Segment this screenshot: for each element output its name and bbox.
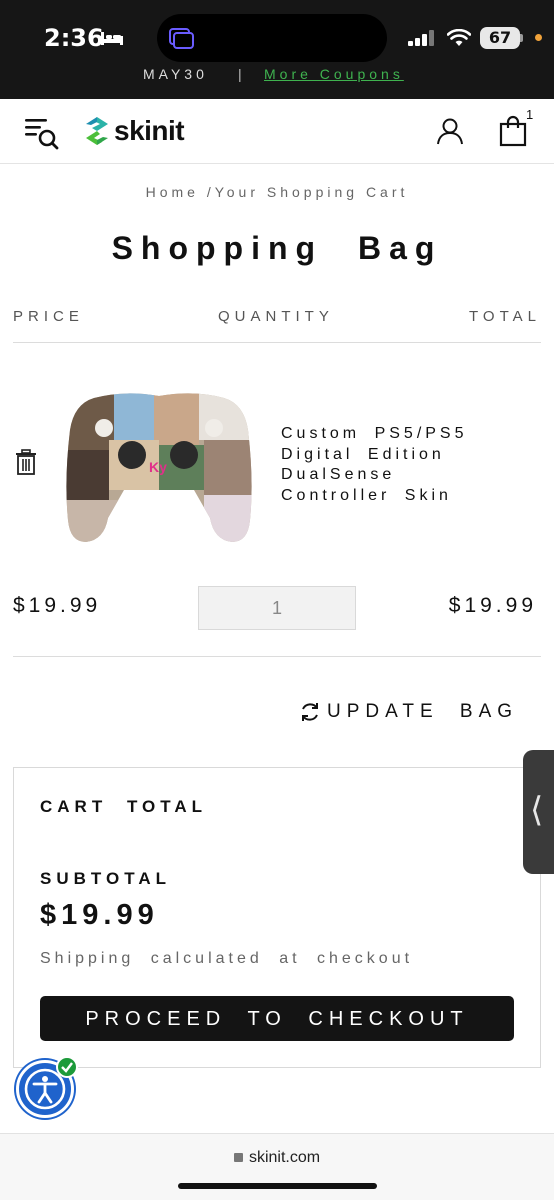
breadcrumb-current: Your Shopping Cart	[214, 184, 409, 200]
skinit-logo[interactable]: skinit	[84, 115, 185, 147]
breadcrumb: Home /Your Shopping Cart	[0, 184, 554, 200]
item-price: $19.99	[13, 594, 102, 617]
screen-mirror-icon	[169, 28, 194, 49]
column-header-price: PRICE	[13, 308, 84, 325]
menu-search-icon[interactable]	[24, 115, 60, 151]
divider	[13, 342, 541, 343]
url-text: skinit.com	[248, 1149, 321, 1166]
trash-icon[interactable]	[14, 449, 38, 475]
account-icon[interactable]	[436, 117, 464, 145]
skinit-logo-mark-icon	[86, 117, 108, 145]
item-total: $19.99	[448, 594, 537, 617]
battery-indicator: 67	[480, 27, 520, 49]
promo-separator: |	[238, 66, 246, 82]
logo-text: skinit	[114, 115, 185, 146]
check-badge-icon	[56, 1056, 78, 1078]
home-indicator[interactable]	[178, 1183, 377, 1189]
cart-total-heading: CART TOTAL	[40, 797, 208, 816]
battery-cap	[520, 34, 523, 42]
breadcrumb-separator: /	[206, 184, 215, 200]
column-header-total: TOTAL	[469, 308, 541, 325]
shipping-note: Shipping calculated at checkout	[40, 950, 414, 967]
update-bag-label: UPDATE BAG	[327, 701, 519, 722]
promo-code: MAY30	[143, 66, 208, 82]
lock-icon	[233, 1153, 243, 1162]
url-display[interactable]: skinit.com	[0, 1149, 554, 1167]
product-name-line: Digital Edition	[281, 445, 445, 463]
refresh-icon	[302, 703, 318, 721]
product-name-line: DualSense	[281, 466, 396, 483]
divider	[13, 656, 541, 657]
subtotal-label: SUBTOTAL	[40, 869, 171, 888]
promo-bar: MAY30 | More Coupons	[0, 66, 554, 86]
breadcrumb-home-link[interactable]: Home	[146, 184, 199, 200]
more-coupons-link[interactable]: More Coupons	[264, 66, 404, 82]
proceed-to-checkout-button[interactable]: PROCEED TO CHECKOUT	[40, 996, 514, 1041]
shopping-bag-icon[interactable]	[499, 115, 527, 147]
sleep-focus-icon	[101, 32, 123, 45]
wifi-icon	[447, 29, 471, 46]
page-title: Shopping Bag	[111, 230, 443, 266]
product-name-line: Controller Skin	[281, 486, 452, 504]
site-header: skinit 1	[0, 99, 554, 164]
cart-count-badge: 1	[526, 107, 534, 122]
cart-column-headers: PRICE QUANTITY TOTAL	[13, 308, 541, 330]
status-time: 2:36	[44, 24, 104, 52]
subtotal-value: $19.99	[40, 899, 159, 931]
column-header-quantity: QUANTITY	[218, 308, 334, 325]
cellular-signal-icon	[408, 30, 434, 46]
chevron-left-icon: ⟨	[530, 790, 544, 830]
svg-text:Ky: Ky	[149, 459, 167, 475]
product-name-line: Custom PS5/PS5	[281, 425, 468, 442]
product-name[interactable]: Custom PS5/PS5 Digital Edition DualSense…	[281, 424, 511, 506]
quantity-input[interactable]	[198, 586, 356, 630]
update-bag-button[interactable]: UPDATE BAG	[299, 699, 518, 725]
privacy-indicator-dot	[535, 34, 542, 41]
product-image-controller-skin[interactable]: Ky	[64, 390, 254, 545]
